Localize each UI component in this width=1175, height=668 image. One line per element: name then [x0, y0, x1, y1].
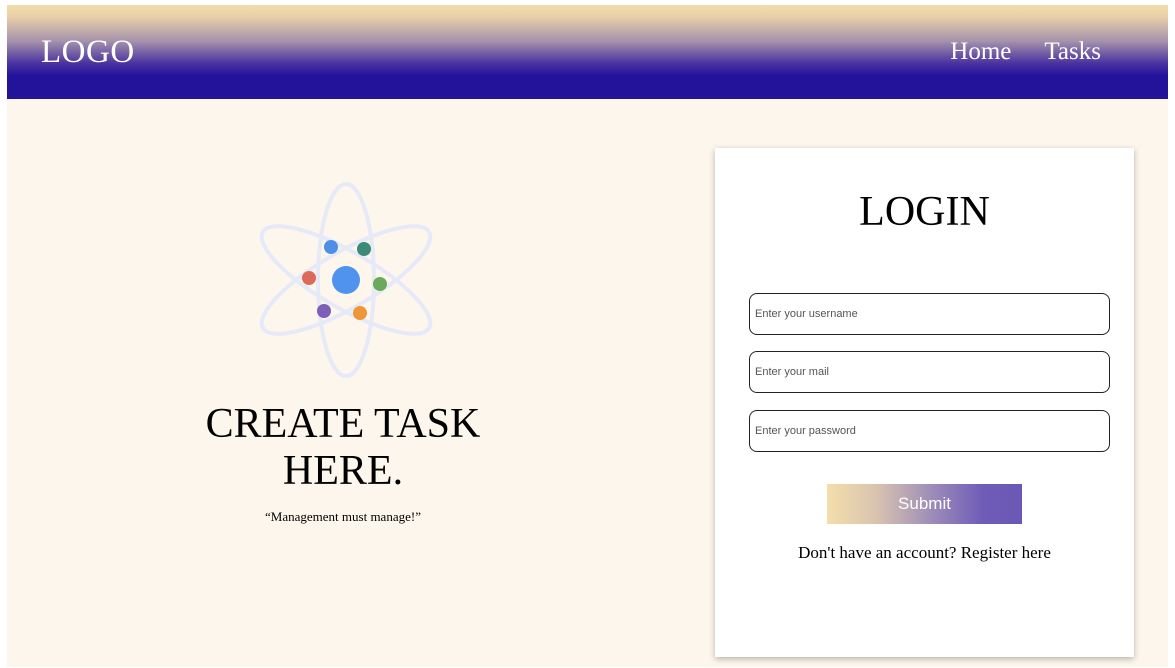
atom-icon — [259, 182, 433, 378]
atom-electron-orange — [353, 306, 367, 320]
logo[interactable]: LOGO — [41, 32, 135, 72]
register-link[interactable]: Register here — [961, 543, 1051, 562]
hero-title: CREATE TASK HERE. — [205, 401, 481, 494]
login-title: LOGIN — [859, 189, 990, 235]
password-input[interactable] — [749, 410, 1110, 452]
atom-electron-blue — [324, 240, 338, 254]
atom-electron-teal — [357, 242, 371, 256]
atom-electron-purple — [317, 304, 331, 318]
register-prompt: Don't have an account? Register here — [715, 542, 1134, 564]
email-input[interactable] — [749, 351, 1110, 393]
atom-electron-red — [302, 271, 316, 285]
page: LOGO Home Tasks CREATE TASK HERE. “Manag… — [7, 5, 1168, 667]
submit-button[interactable]: Submit — [827, 484, 1022, 524]
register-prompt-text: Don't have an account? — [798, 543, 957, 562]
atom-electron-green — [373, 277, 387, 291]
nav-links: Home Tasks — [950, 36, 1101, 68]
hero-quote: “Management must manage!” — [265, 509, 421, 524]
navbar: LOGO Home Tasks — [7, 5, 1168, 99]
nav-link-tasks[interactable]: Tasks — [1044, 36, 1101, 68]
nav-link-home[interactable]: Home — [950, 36, 1011, 68]
login-card: LOGIN Submit Don't have an account? Regi… — [715, 148, 1134, 657]
username-input[interactable] — [749, 293, 1110, 335]
atom-nucleus — [332, 266, 360, 294]
